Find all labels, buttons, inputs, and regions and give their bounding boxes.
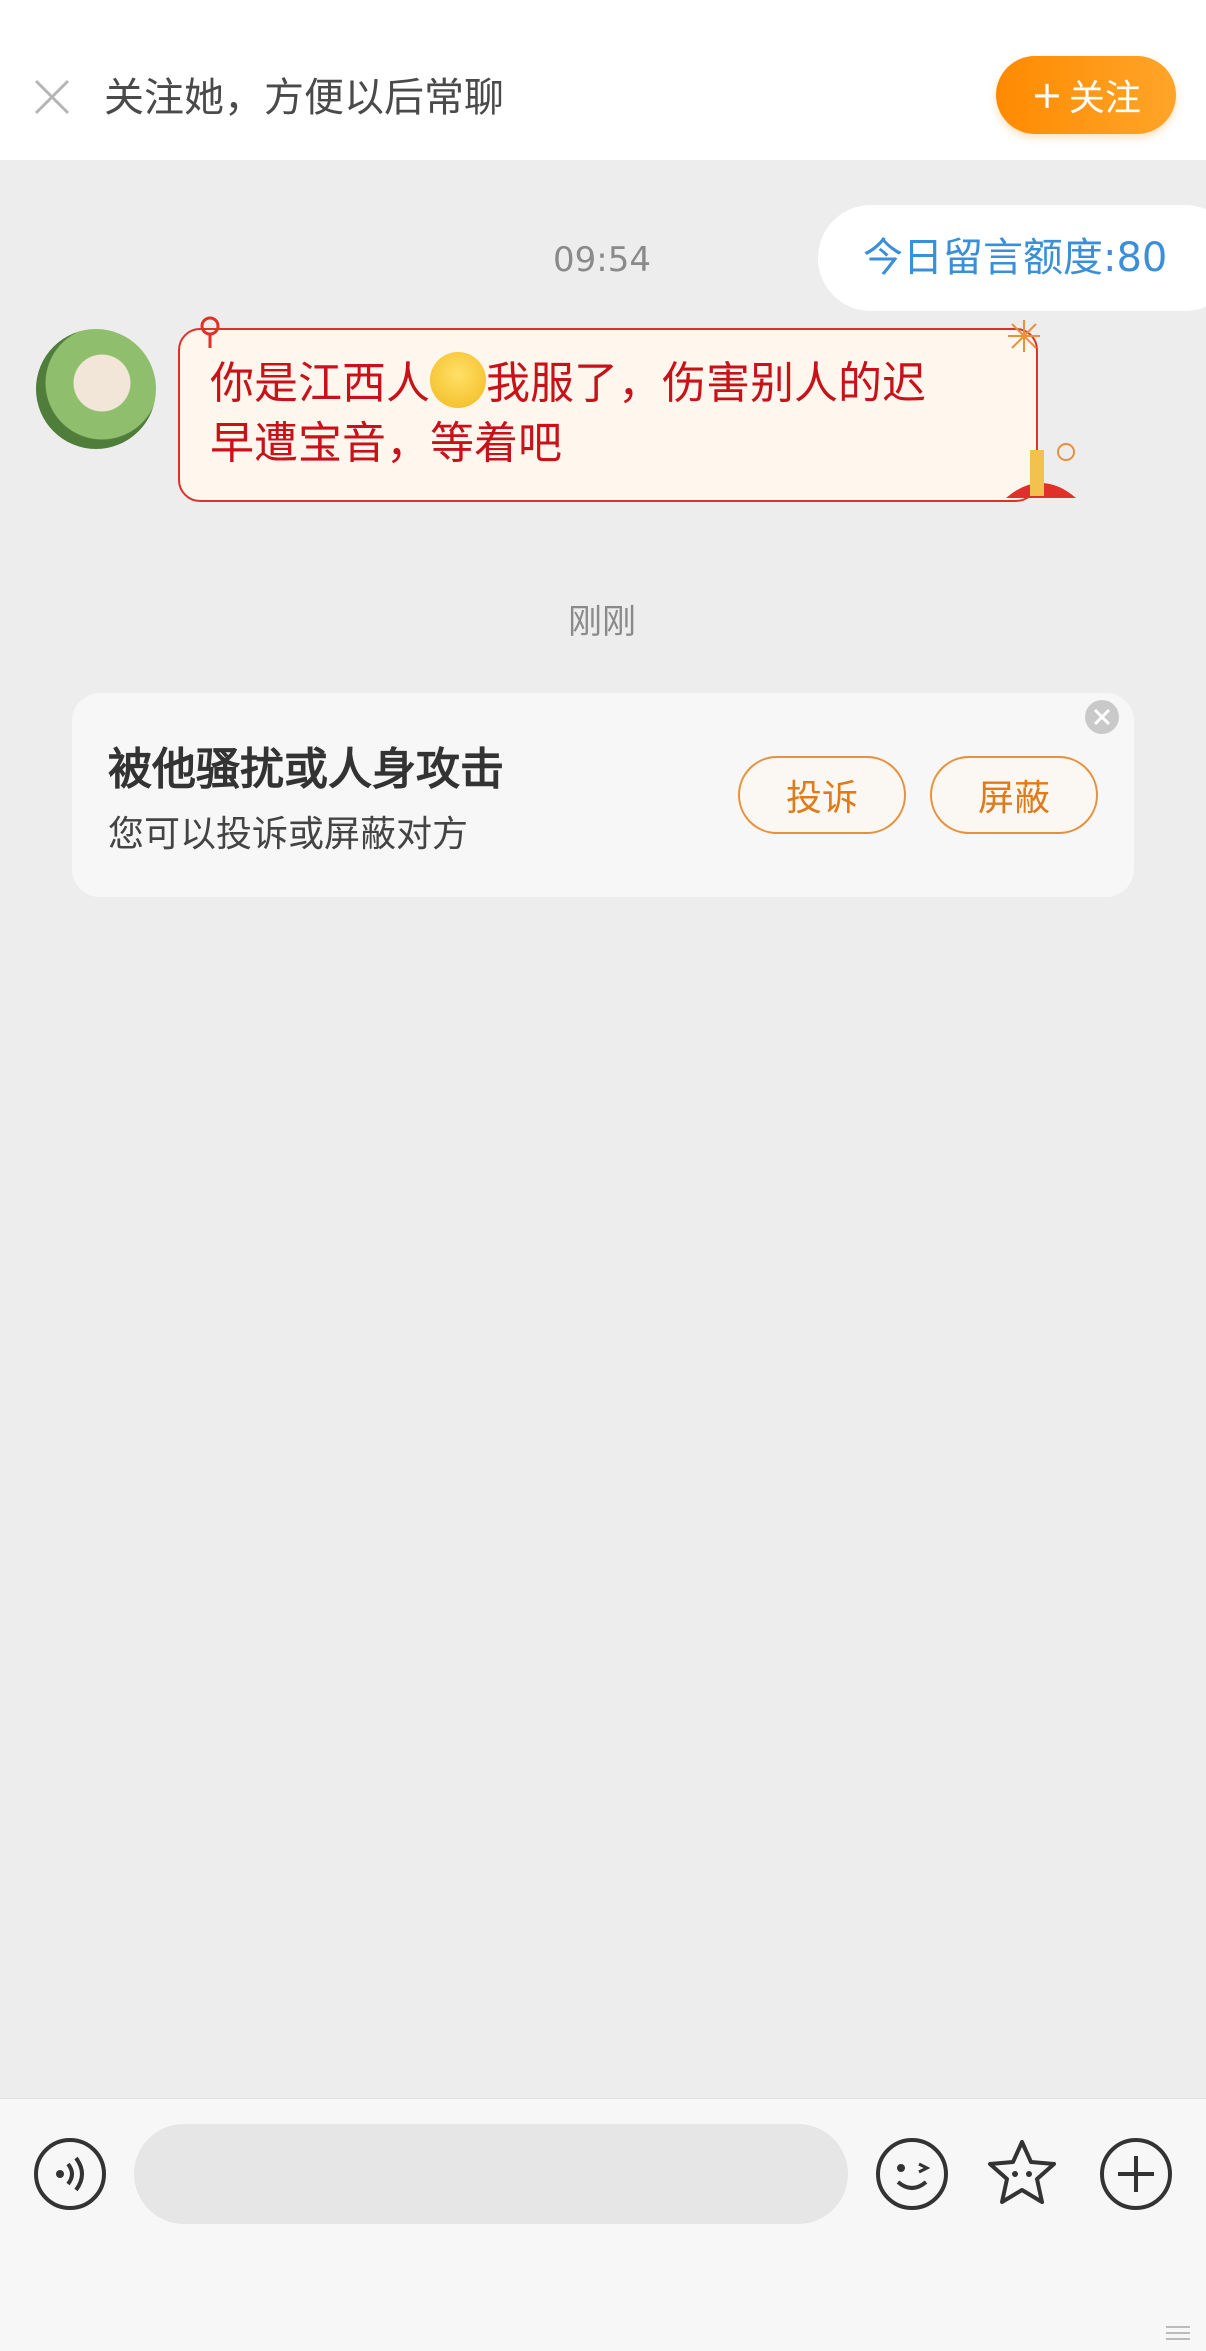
firework-icon (1008, 320, 1040, 352)
card-subtitle: 您可以投诉或屏蔽对方 (108, 814, 469, 855)
close-icon[interactable] (1084, 699, 1120, 735)
close-icon[interactable] (30, 75, 74, 119)
input-bar (0, 2098, 1206, 2351)
status-strip (0, 0, 1206, 31)
block-button[interactable]: 屏蔽 (930, 756, 1098, 834)
emoji-icon[interactable] (874, 2136, 950, 2212)
follow-banner: 关注她，方便以后常聊 + 关注 (0, 30, 1206, 160)
plus-icon[interactable] (1098, 2136, 1174, 2212)
timestamp-recent: 刚刚 (568, 602, 636, 642)
message-text-line2: 早遭宝音，等着吧 (210, 418, 562, 469)
avatar[interactable] (36, 329, 156, 449)
message-bubble[interactable]: 你是江西人 我服了，伤害别人的迟 早遭宝音，等着吧 (178, 328, 1038, 502)
follow-button[interactable]: + 关注 (996, 56, 1176, 134)
message-input[interactable] (134, 2124, 848, 2224)
harassment-card: 被他骚扰或人身攻击 您可以投诉或屏蔽对方 投诉 屏蔽 (72, 693, 1134, 897)
watermark-icon (1166, 2326, 1190, 2340)
crying-emoji-icon (430, 352, 486, 408)
sticker-icon[interactable] (984, 2136, 1060, 2212)
voice-icon[interactable] (32, 2136, 108, 2212)
quota-badge: 今日留言额度:80 (818, 205, 1206, 311)
chinese-knot-icon (200, 316, 220, 348)
lantern-decoration-icon (1006, 443, 1076, 498)
follow-button-label: 关注 (1068, 78, 1141, 119)
plus-sign: + (1031, 73, 1063, 117)
timestamp: 09:54 (553, 240, 651, 280)
follow-prompt: 关注她，方便以后常聊 (104, 75, 504, 121)
message-text-rest: 我服了，伤害别人的迟 (486, 358, 926, 409)
card-title: 被他骚扰或人身攻击 (108, 744, 504, 795)
report-button[interactable]: 投诉 (738, 756, 906, 834)
message-text: 你是江西人 (210, 358, 430, 409)
